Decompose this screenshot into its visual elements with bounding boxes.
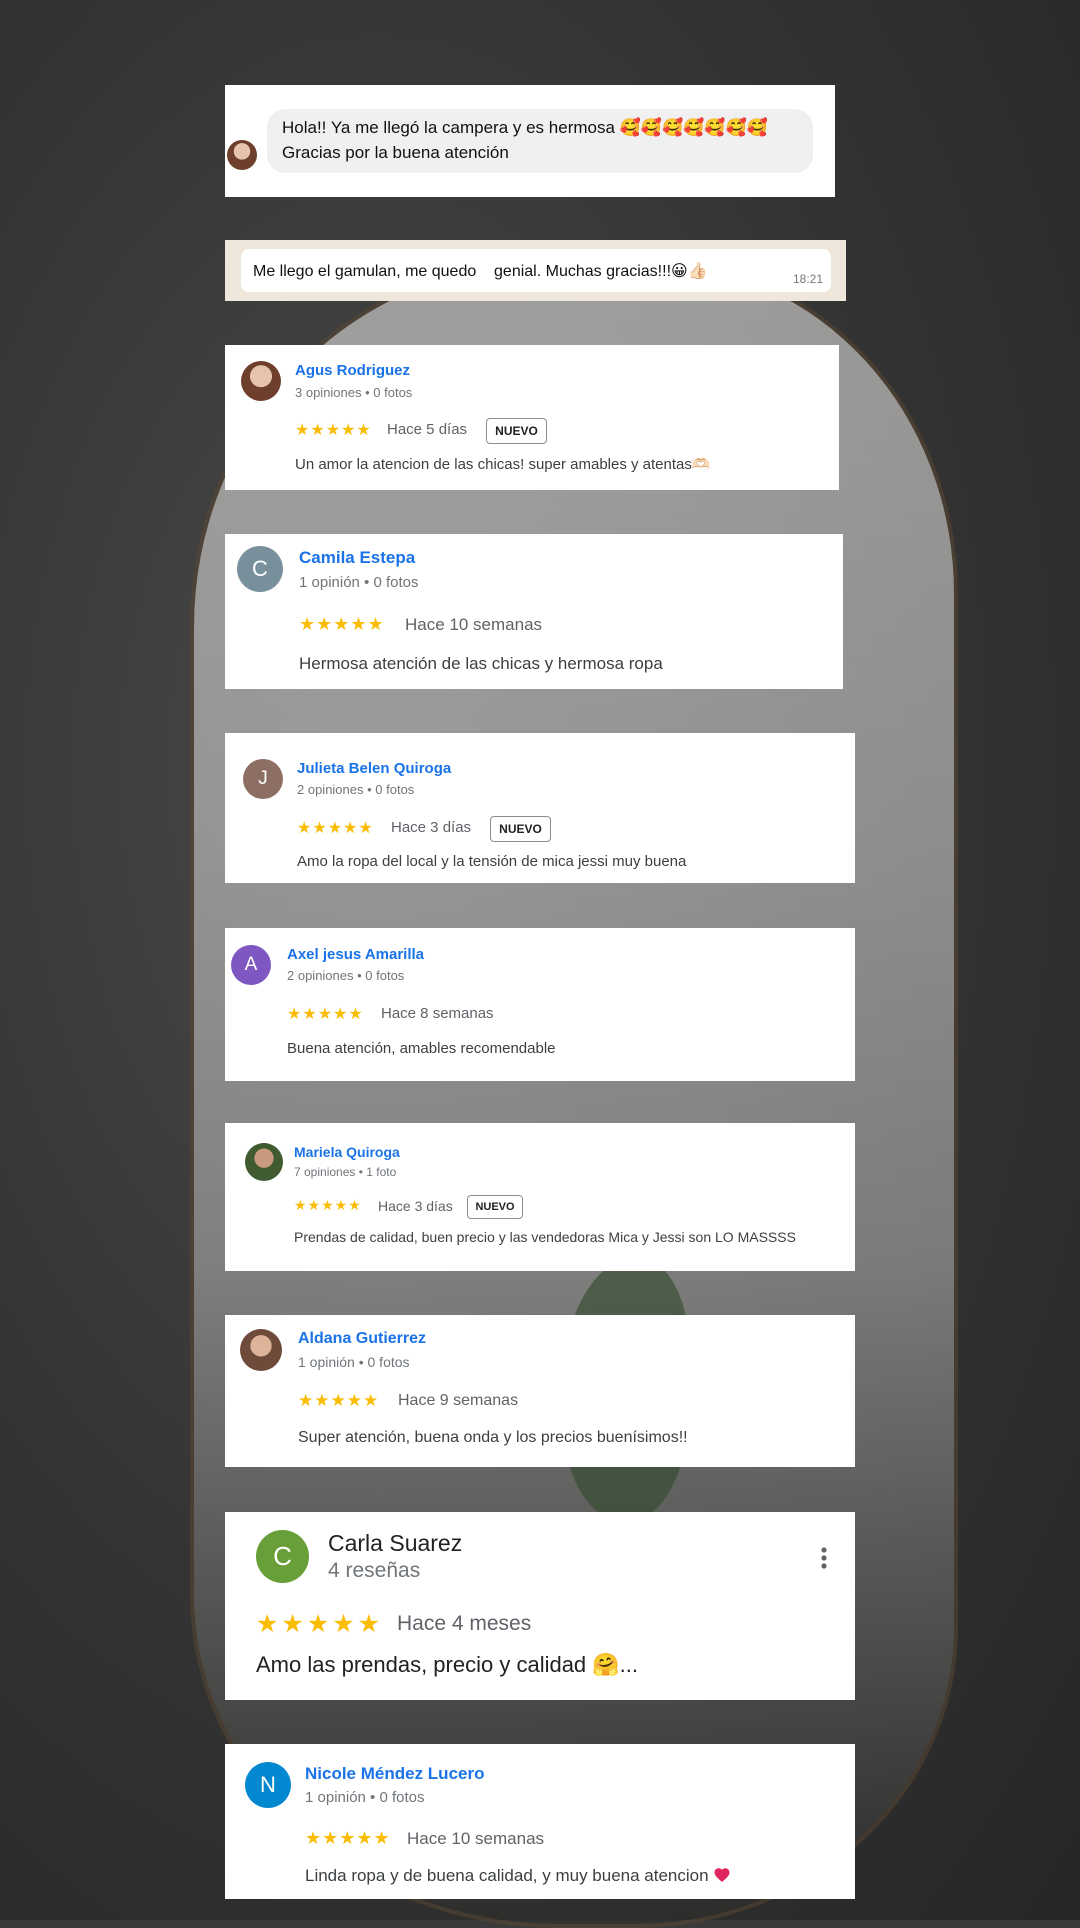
reviewer-meta: 7 opiniones • 1 foto [294,1165,397,1179]
reviewer-name[interactable]: Mariela Quiroga [294,1144,400,1160]
review-card: A Axel jesus Amarilla 2 opiniones • 0 fo… [225,928,855,1081]
reviewer-name[interactable]: Julieta Belen Quiroga [297,760,451,777]
avatar [240,1329,282,1371]
review-text: Un amor la atencion de las chicas! super… [295,456,711,473]
review-card: C Carla Suarez 4 reseñas ★★★★★ Hace 4 me… [225,1512,855,1700]
star-rating: ★★★★★ [299,614,385,634]
reviewer-meta: 4 reseñas [328,1559,421,1582]
star-rating: ★★★★★ [305,1828,391,1848]
reviewer-name[interactable]: Camila Estepa [299,548,415,568]
review-date: Hace 3 días [391,819,472,836]
review-card: Aldana Gutierrez 1 opinión • 0 fotos ★★★… [225,1315,855,1467]
review-date: Hace 4 meses [397,1612,532,1635]
new-badge: NUEVO [486,418,547,444]
star-rating: ★★★★★ [298,1391,380,1410]
review-date: Hace 10 semanas [407,1829,545,1848]
reviewer-meta: 3 opiniones • 0 fotos [295,385,413,400]
star-rating: ★★★★★ [294,1197,362,1213]
reviewer-meta: 2 opiniones • 0 fotos [297,782,415,797]
reviewer-name[interactable]: Nicole Méndez Lucero [305,1764,484,1784]
star-rating: ★★★★★ [295,422,372,439]
review-date: Hace 10 semanas [405,615,543,634]
review-text: Hermosa atención de las chicas y hermosa… [299,654,663,673]
avatar: J [243,759,283,799]
star-rating: ★★★★★ [287,1006,364,1023]
review-text: Amo las prendas, precio y calidad 🤗... [256,1652,639,1677]
chat-bubble: Hola!! Ya me llegó la campera y es hermo… [267,109,813,173]
reviewer-name[interactable]: Agus Rodriguez [295,362,410,379]
reviewer-name[interactable]: Aldana Gutierrez [298,1330,426,1348]
review-card: Mariela Quiroga 7 opiniones • 1 foto ★★★… [225,1123,855,1271]
review-text: Super atención, buena onda y los precios… [298,1429,688,1446]
reviewer-meta: 1 opinión • 0 fotos [305,1789,425,1806]
heart-icon [713,1866,731,1884]
more-vert-icon[interactable] [820,1546,828,1570]
review-text: Amo la ropa del local y la tensión de mi… [297,853,687,870]
chat-message: Me llego el gamulan, me quedo genial. Mu… [253,263,708,280]
reviewer-name[interactable]: Axel jesus Amarilla [287,946,424,963]
review-text: Linda ropa y de buena calidad, y muy bue… [305,1866,709,1885]
review-card: J Julieta Belen Quiroga 2 opiniones • 0 … [225,733,855,883]
new-badge: NUEVO [490,816,551,842]
review-card: C Camila Estepa 1 opinión • 0 fotos ★★★★… [225,534,843,689]
reviewer-meta: 1 opinión • 0 fotos [298,1354,410,1370]
review-date: Hace 3 días [378,1198,453,1214]
avatar [245,1143,283,1181]
chat-avatar [227,140,257,170]
chat-screenshot-2: Me llego el gamulan, me quedo genial. Mu… [225,240,846,301]
review-date: Hace 9 semanas [398,1392,519,1409]
avatar: A [231,945,271,985]
chat-line-2: Gracias por la buena atención [282,143,509,162]
reviewer-meta: 2 opiniones • 0 fotos [287,968,405,983]
review-card: Agus Rodriguez 3 opiniones • 0 fotos ★★★… [225,345,839,490]
avatar [241,361,281,401]
review-date: Hace 5 días [387,421,468,438]
review-date: Hace 8 semanas [381,1005,494,1022]
review-text: Buena atención, amables recomendable [287,1040,556,1057]
avatar: C [256,1530,309,1583]
avatar: N [245,1762,291,1808]
chat-screenshot-1: Hola!! Ya me llegó la campera y es hermo… [225,85,835,197]
chat-line-1: Hola!! Ya me llegó la campera y es hermo… [282,118,768,137]
avatar: C [237,546,283,592]
chat-bubble: Me llego el gamulan, me quedo genial. Mu… [241,249,831,292]
star-rating: ★★★★★ [256,1610,384,1638]
reviewer-name[interactable]: Carla Suarez [328,1530,462,1557]
new-badge: NUEVO [467,1195,523,1219]
reviewer-meta: 1 opinión • 0 fotos [299,574,419,591]
review-card: N Nicole Méndez Lucero 1 opinión • 0 fot… [225,1744,855,1899]
review-text: Prendas de calidad, buen precio y las ve… [294,1229,796,1245]
chat-time: 18:21 [792,272,823,286]
star-rating: ★★★★★ [297,820,374,837]
